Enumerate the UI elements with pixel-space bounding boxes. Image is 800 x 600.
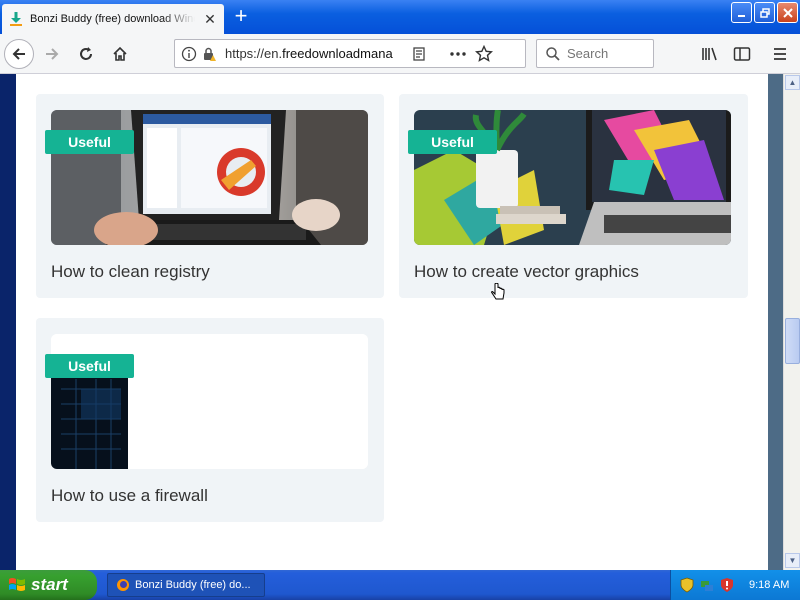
tab-close-icon[interactable]: ✕ xyxy=(202,11,218,28)
lock-warning-icon[interactable] xyxy=(201,46,217,62)
info-icon[interactable] xyxy=(181,46,197,62)
browser-tab[interactable]: Bonzi Buddy (free) download Windows ✕ xyxy=(2,4,224,34)
useful-badge: Useful xyxy=(45,130,134,154)
scrollbar-thumb[interactable] xyxy=(785,318,800,364)
new-tab-button[interactable]: + xyxy=(228,4,254,30)
minimize-icon xyxy=(737,14,745,17)
security-shield-icon[interactable] xyxy=(679,577,695,593)
bookmark-star-icon[interactable] xyxy=(475,44,493,63)
url-text[interactable]: https://en.freedownloadmana xyxy=(225,46,405,61)
card-title[interactable]: How to create vector graphics xyxy=(414,262,639,282)
windows-flag-icon xyxy=(9,578,25,591)
scroll-down-button[interactable]: ▼ xyxy=(785,553,800,568)
close-window-button[interactable] xyxy=(777,2,798,23)
firefox-icon xyxy=(117,579,129,591)
card-title[interactable]: How to use a firewall xyxy=(51,486,208,506)
system-tray: 9:18 AM xyxy=(670,570,800,600)
forward-button[interactable] xyxy=(36,38,68,70)
sidebar-toggle-button[interactable] xyxy=(726,38,758,70)
useful-badge: Useful xyxy=(45,354,134,378)
search-input[interactable] xyxy=(567,46,647,61)
arrow-left-icon xyxy=(12,47,25,60)
alert-shield-icon[interactable] xyxy=(719,577,735,593)
address-bar[interactable]: https://en.freedownloadmana xyxy=(174,39,526,68)
url-prefix: https://en. xyxy=(225,46,283,61)
restore-button[interactable] xyxy=(754,2,775,23)
article-card[interactable]: Useful How to create vector graphics xyxy=(399,94,748,298)
window-edge xyxy=(768,74,783,570)
reload-icon xyxy=(80,46,92,60)
menu-button[interactable] xyxy=(764,38,796,70)
home-button[interactable] xyxy=(104,38,136,70)
back-button[interactable] xyxy=(4,38,34,69)
taskbar-window-item[interactable]: Bonzi Buddy (free) do... xyxy=(107,573,265,597)
search-box[interactable] xyxy=(536,39,654,68)
more-actions-icon[interactable] xyxy=(449,46,467,62)
arrow-right-icon xyxy=(46,47,59,60)
sidebar-icon xyxy=(733,47,751,61)
download-favicon-icon xyxy=(10,12,22,26)
reader-view-icon[interactable] xyxy=(411,46,427,62)
article-card[interactable]: Useful How to clean registry xyxy=(36,94,384,298)
scroll-up-button[interactable]: ▲ xyxy=(785,75,800,90)
start-label: start xyxy=(31,575,68,594)
card-title[interactable]: How to clean registry xyxy=(51,262,210,282)
library-button[interactable] xyxy=(694,38,726,70)
tab-title: Bonzi Buddy (free) download Windows xyxy=(30,13,195,25)
start-button[interactable]: start xyxy=(0,570,97,600)
library-icon xyxy=(702,47,717,61)
clock[interactable]: 9:18 AM xyxy=(749,579,789,591)
url-host: freedownloadmana xyxy=(282,46,393,61)
navigation-toolbar: https://en.freedownloadmana xyxy=(0,34,800,74)
reload-button[interactable] xyxy=(70,38,102,70)
search-icon xyxy=(546,46,560,61)
page-content: Useful How to clean registry Useful How … xyxy=(16,74,768,570)
restore-icon xyxy=(759,7,770,18)
hand-pointer-icon xyxy=(491,283,505,300)
minimize-button[interactable] xyxy=(731,2,752,23)
browser-titlebar: Bonzi Buddy (free) download Windows ✕ + xyxy=(0,0,800,34)
vertical-scrollbar[interactable]: ▲ ▼ xyxy=(783,74,800,570)
network-icon[interactable] xyxy=(699,577,715,593)
useful-badge: Useful xyxy=(408,130,497,154)
taskbar-window-label: Bonzi Buddy (free) do... xyxy=(135,579,251,591)
article-card[interactable]: Useful How to use a firewall xyxy=(36,318,384,522)
windows-taskbar: start Bonzi Buddy (free) do... 9:18 AM xyxy=(0,570,800,600)
hamburger-menu-icon xyxy=(774,48,786,60)
home-icon xyxy=(113,46,127,61)
close-icon xyxy=(782,7,793,18)
